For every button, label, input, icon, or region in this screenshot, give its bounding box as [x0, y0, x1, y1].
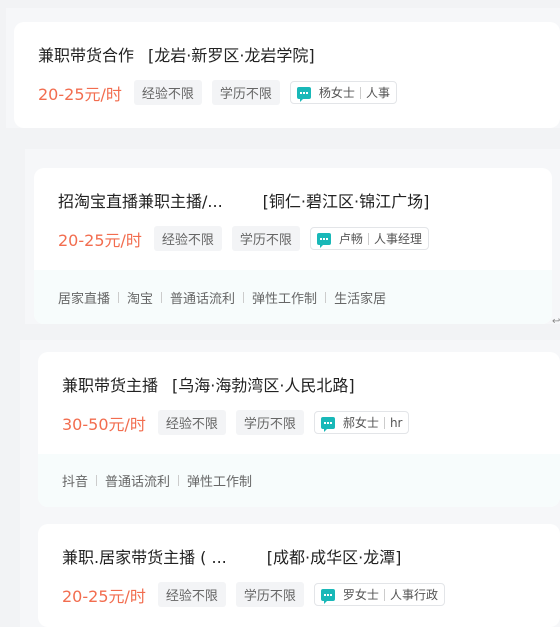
recruiter-role: hr	[389, 415, 403, 430]
cursor-icon: ↩	[552, 316, 560, 327]
chat-icon	[296, 86, 311, 102]
recruiter-name: 郝女士	[342, 416, 379, 430]
recruiter-chat[interactable]: 郝女士 hr	[313, 411, 410, 434]
recruiter-name: 卢畅	[338, 232, 363, 246]
divider	[383, 416, 385, 429]
divider	[359, 86, 361, 99]
recruiter-role: 人事行政	[389, 588, 438, 602]
job-title[interactable]: 兼职带货主播	[62, 376, 158, 395]
chat-icon	[320, 588, 335, 604]
welfare-tag: 淘宝	[127, 291, 154, 307]
recruiter-chat[interactable]: 杨女士 人事	[289, 81, 397, 104]
experience-tag: 经验不限	[153, 226, 222, 251]
job-title[interactable]: 招淘宝直播兼职主播/...	[58, 192, 223, 211]
divider	[178, 475, 180, 486]
divider	[96, 475, 98, 486]
recruiter-name: 杨女士	[318, 86, 355, 100]
salary: 20-25元/时	[62, 586, 146, 606]
job-location: [成都·成华区·龙潭]	[266, 548, 402, 567]
job-location: [龙岩·新罗区·龙岩学院]	[148, 46, 315, 65]
job-card[interactable]: 兼职.居家带货主播 ( ... [成都·成华区·龙潭] 20-25元/时 经验不限…	[38, 524, 560, 627]
education-tag: 学历不限	[211, 80, 280, 105]
recruiter-name: 罗女士	[342, 588, 379, 602]
job-title[interactable]: 兼职带货合作	[38, 46, 134, 65]
divider	[367, 232, 369, 245]
job-location: [乌海·海勃湾区·人民北路]	[172, 376, 355, 395]
education-tag: 学历不限	[231, 226, 300, 251]
welfare-tag: 普通话流利	[105, 475, 171, 490]
welfare-tag: 居家直播	[58, 291, 111, 307]
job-meta-row: 20-25元/时 经验不限 学历不限 罗女士 人事行政	[62, 582, 445, 607]
job-card[interactable]: 兼职带货合作 [龙岩·新罗区·龙岩学院] 20-25元/时 经验不限 学历不限 杨…	[14, 22, 560, 128]
job-title-row: 兼职带货合作 [龙岩·新罗区·龙岩学院]	[38, 42, 315, 66]
welfare-tag: 生活家居	[334, 291, 387, 307]
divider	[243, 291, 245, 303]
job-title-row: 招淘宝直播兼职主播/... [铜仁·碧江区·锦江广场]	[58, 188, 429, 212]
divider	[118, 291, 120, 303]
job-title-row: 兼职带货主播 [乌海·海勃湾区·人民北路]	[62, 372, 355, 396]
welfare-tag: 抖音	[62, 475, 89, 490]
chat-icon	[320, 416, 335, 432]
experience-tag: 经验不限	[133, 80, 202, 105]
job-title[interactable]: 兼职.居家带货主播 ( ...	[62, 548, 227, 567]
welfare-tag: 弹性工作制	[252, 291, 318, 307]
job-meta-row: 20-25元/时 经验不限 学历不限 杨女士 人事	[38, 80, 397, 105]
welfare-tag: 普通话流利	[170, 291, 236, 307]
job-title-row: 兼职.居家带货主播 ( ... [成都·成华区·龙潭]	[62, 544, 401, 568]
job-meta-row: 30-50元/时 经验不限 学历不限 郝女士 hr	[62, 410, 410, 435]
recruiter-role: 人事	[365, 86, 390, 100]
salary: 20-25元/时	[38, 84, 122, 104]
salary: 20-25元/时	[58, 230, 142, 250]
experience-tag: 经验不限	[157, 410, 226, 435]
education-tag: 学历不限	[235, 410, 304, 435]
job-card[interactable]: 招淘宝直播兼职主播/... [铜仁·碧江区·锦江广场] 20-25元/时 经验不限…	[34, 168, 552, 324]
welfare-tag: 弹性工作制	[187, 475, 253, 490]
education-tag: 学历不限	[235, 582, 304, 607]
recruiter-role: 人事经理	[373, 232, 422, 246]
recruiter-chat[interactable]: 卢畅 人事经理	[309, 227, 429, 250]
welfare-tags: 抖音 普通话流利 弹性工作制	[38, 454, 560, 507]
job-card[interactable]: 兼职带货主播 [乌海·海勃湾区·人民北路] 30-50元/时 经验不限 学历不限 …	[38, 352, 560, 507]
divider	[161, 291, 163, 303]
divider	[383, 588, 385, 601]
salary: 30-50元/时	[62, 414, 146, 434]
recruiter-chat[interactable]: 罗女士 人事行政	[313, 583, 445, 606]
job-location: [铜仁·碧江区·锦江广场]	[262, 192, 430, 211]
chat-icon	[316, 232, 331, 248]
welfare-tags: 居家直播 淘宝 普通话流利 弹性工作制 生活家居	[34, 270, 552, 324]
experience-tag: 经验不限	[157, 582, 226, 607]
job-meta-row: 20-25元/时 经验不限 学历不限 卢畅 人事经理	[58, 226, 429, 251]
divider	[325, 291, 327, 303]
